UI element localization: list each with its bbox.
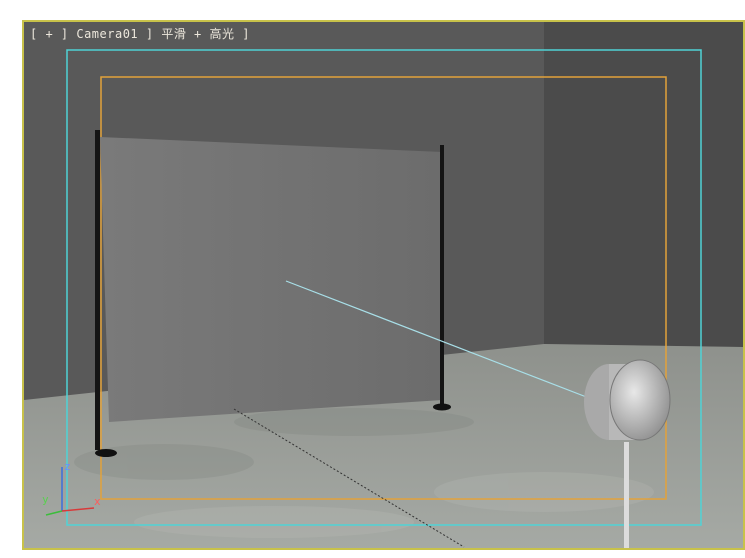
right-pole-base (433, 403, 451, 411)
screen-panel (100, 137, 442, 422)
spotlight[interactable] (584, 359, 671, 441)
camera-viewport[interactable]: [ + ] Camera01 ] 平滑 + 高光 ] z y x (22, 20, 745, 550)
left-pole (95, 130, 100, 450)
axis-y-label: y (42, 493, 49, 506)
axis-x-label: x (94, 495, 101, 508)
side-wall (544, 22, 743, 347)
right-pole (440, 145, 444, 405)
spotlight-stand (624, 442, 629, 548)
viewport-label-menu[interactable]: [ + ] Camera01 ] 平滑 + 高光 ] (30, 25, 250, 42)
axis-z-label: z (64, 460, 71, 473)
viewport-scene[interactable]: z y x (24, 22, 745, 550)
left-pole-base (95, 449, 117, 457)
